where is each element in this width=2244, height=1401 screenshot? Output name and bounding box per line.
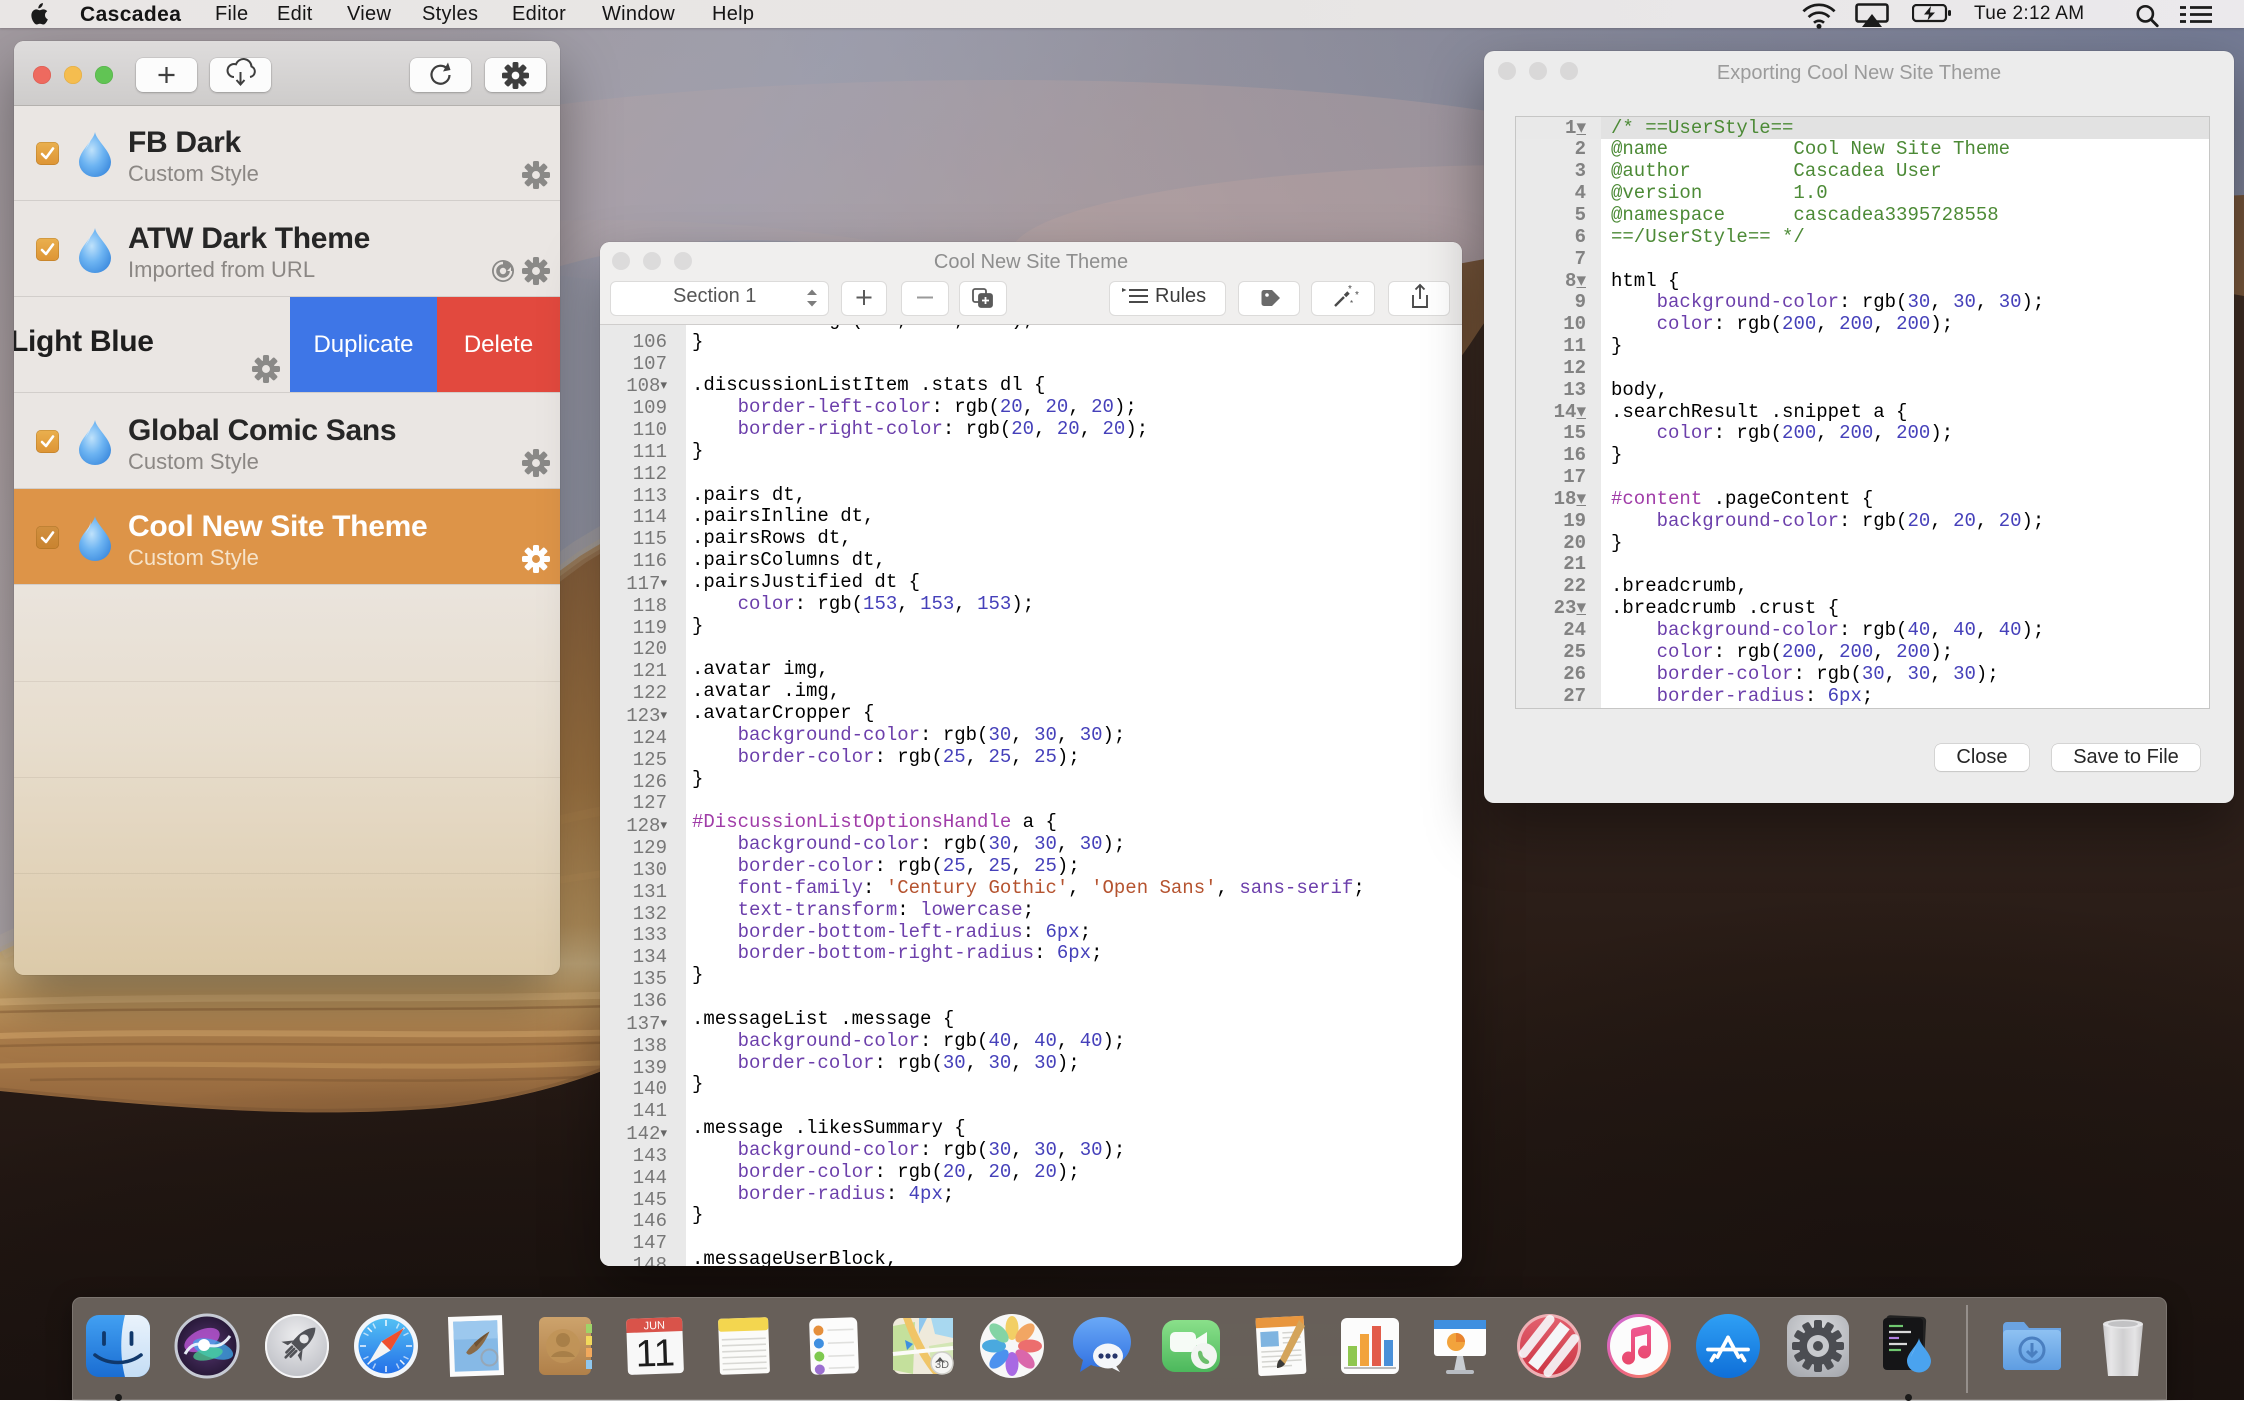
svg-text:JUN: JUN [643, 1320, 665, 1333]
svg-text:11: 11 [635, 1332, 676, 1375]
svg-text:*: * [1355, 290, 1359, 301]
svg-text:*: * [1350, 299, 1353, 308]
svg-text:*: * [1348, 284, 1352, 295]
